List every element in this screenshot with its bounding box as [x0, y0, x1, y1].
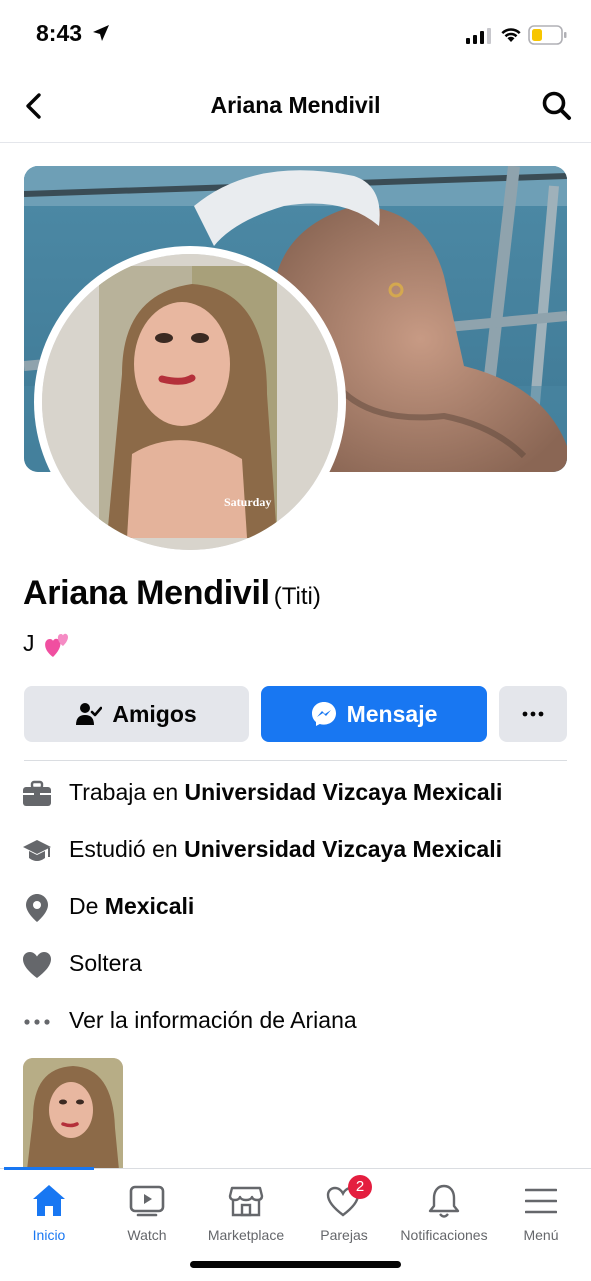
tab-home-label: Inicio	[32, 1227, 66, 1243]
marketplace-icon	[228, 1186, 264, 1217]
friends-button[interactable]: Amigos	[24, 686, 249, 742]
message-button-label: Mensaje	[346, 700, 438, 727]
messenger-icon	[311, 702, 336, 726]
cellular-signal-icon	[466, 28, 491, 44]
tab-notifications-label: Notificaciones	[400, 1227, 488, 1243]
tab-notifications[interactable]: Notificaciones	[392, 1169, 496, 1249]
info-hometown-prefix: De	[69, 893, 105, 919]
avatar-watermark: Saturday	[224, 495, 271, 509]
briefcase-icon	[23, 780, 51, 806]
info-relationship[interactable]: Soltera	[0, 944, 591, 984]
status-time: 8:43	[36, 20, 83, 46]
home-icon	[33, 1185, 65, 1216]
info-work-value: Universidad Vizcaya Mexicali	[184, 779, 503, 805]
profile-name-row: Ariana Mendivil (Titi)	[23, 574, 321, 613]
bell-icon	[428, 1184, 460, 1218]
more-dots-icon	[24, 1019, 50, 1025]
menu-icon	[525, 1188, 557, 1214]
info-education-value: Universidad Vizcaya Mexicali	[184, 836, 503, 862]
more-options-button[interactable]	[499, 686, 567, 742]
message-button[interactable]: Mensaje	[261, 686, 487, 742]
home-indicator	[190, 1261, 401, 1268]
tab-menu-label: Menú	[523, 1227, 559, 1243]
top-nav-bar: Ariana Mendivil	[0, 70, 591, 143]
info-work-prefix: Trabaja en	[69, 779, 185, 805]
tab-watch[interactable]: Watch	[102, 1169, 192, 1249]
page-title: Ariana Mendivil	[210, 92, 381, 118]
featured-photo[interactable]	[23, 1058, 123, 1170]
info-education[interactable]: Estudió en Universidad Vizcaya Mexicali	[0, 830, 591, 870]
wifi-icon	[501, 28, 521, 42]
tab-watch-label: Watch	[127, 1227, 167, 1243]
info-education-prefix: Estudió en	[69, 836, 185, 862]
profile-name: Ariana Mendivil	[23, 574, 270, 612]
profile-nickname: (Titi)	[273, 583, 321, 610]
profile-bio: J	[23, 630, 35, 656]
profile-avatar[interactable]: Saturday	[42, 254, 338, 550]
info-relationship-value: Soltera	[69, 950, 142, 976]
tab-home[interactable]: Inicio	[4, 1169, 94, 1249]
info-hometown[interactable]: De Mexicali	[0, 887, 591, 927]
location-pin-icon	[26, 894, 48, 922]
tab-marketplace-label: Marketplace	[207, 1227, 285, 1243]
heart-icon	[23, 952, 51, 978]
info-work[interactable]: Trabaja en Universidad Vizcaya Mexicali	[0, 773, 591, 813]
friends-check-icon	[76, 703, 103, 725]
watch-icon	[129, 1185, 165, 1217]
location-arrow-icon	[93, 25, 109, 41]
graduation-cap-icon	[23, 840, 51, 861]
tab-marketplace[interactable]: Marketplace	[196, 1169, 296, 1249]
friends-button-label: Amigos	[112, 700, 197, 727]
info-see-more[interactable]: Ver la información de Ariana	[0, 1001, 591, 1041]
tab-dating-label: Parejas	[320, 1227, 368, 1243]
two-hearts-emoji-icon	[45, 633, 68, 657]
divider	[24, 760, 567, 761]
tab-dating[interactable]: Parejas	[300, 1169, 388, 1249]
notification-badge: 2	[348, 1175, 372, 1199]
status-bar: 8:43	[0, 0, 591, 70]
tab-menu[interactable]: Menú	[500, 1169, 582, 1249]
info-hometown-value: Mexicali	[104, 893, 195, 919]
info-see-more-label: Ver la información de Ariana	[69, 1007, 357, 1033]
more-dots-icon	[522, 711, 544, 717]
battery-icon	[528, 25, 567, 45]
search-icon[interactable]	[541, 90, 573, 122]
